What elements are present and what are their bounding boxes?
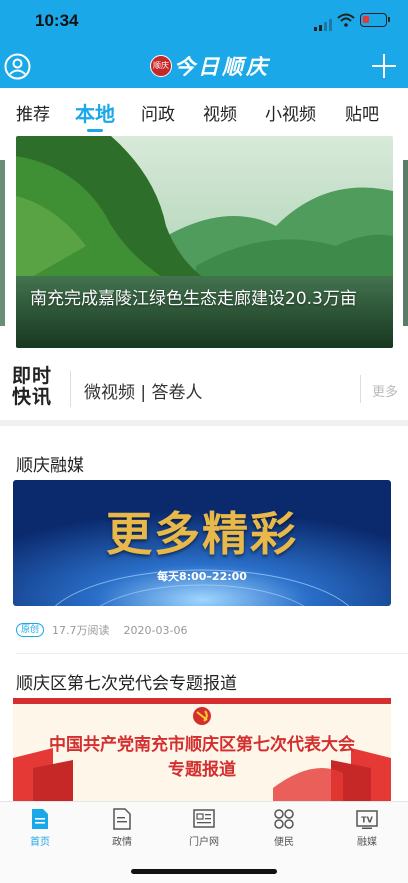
divider — [16, 653, 408, 654]
flash-news-logo: 即时 快讯 — [12, 366, 62, 410]
promo-headline: 更多精彩 — [106, 507, 298, 561]
flash-news-text[interactable]: 微视频 | 答卷人 — [84, 378, 203, 403]
home-indicator[interactable] — [131, 869, 277, 874]
publish-date: 2020-03-06 — [123, 623, 188, 637]
article-meta: 原创 17.7万阅读 2020-03-06 — [16, 622, 187, 638]
read-count: 17.7万阅读 — [52, 624, 110, 637]
svg-text:TV: TV — [361, 816, 373, 825]
policy-doc-icon — [113, 808, 131, 830]
tv-icon: TV — [356, 810, 378, 829]
app-header: 10:34 顺庆 今日顺庆 — [0, 0, 408, 88]
poster-title: 中国共产党南充市顺庆区第七次代表大会 — [49, 735, 355, 755]
portal-icon — [193, 809, 215, 828]
tab-short-video[interactable]: 小视频 — [265, 100, 316, 125]
bottom-tab-services[interactable]: 便民 — [254, 808, 314, 848]
bottom-tab-portal[interactable]: 门户网 — [174, 808, 234, 848]
article-title[interactable]: 顺庆区第七次党代会专题报道 — [16, 669, 237, 694]
bottom-tab-media[interactable]: TV 融媒 — [337, 808, 397, 848]
section-gap — [0, 420, 408, 426]
tab-local[interactable]: 本地 — [75, 98, 115, 127]
carousel-prev-peek[interactable] — [0, 160, 5, 326]
services-grid-icon — [274, 809, 294, 829]
banner-landscape-image — [16, 136, 393, 348]
battery-icon — [360, 13, 390, 27]
promo-hours: 每天8:00–22:00 — [157, 570, 247, 583]
article-image[interactable]: 中国共产党南充市顺庆区第七次代表大会 专题报道 — [13, 698, 391, 801]
bottom-tab-label: 首页 — [30, 837, 50, 848]
original-badge: 原创 — [16, 623, 45, 637]
poster-subtitle: 专题报道 — [168, 760, 236, 780]
nav-bar: 顺庆 今日顺庆 — [0, 44, 408, 88]
bottom-tab-policy[interactable]: 政情 — [92, 808, 152, 848]
flash-logo-line1: 即时 — [12, 365, 53, 387]
article-title[interactable]: 顺庆融媒 — [16, 451, 84, 476]
wifi-icon — [337, 13, 355, 27]
bottom-tab-label: 便民 — [274, 837, 294, 848]
divider — [360, 375, 361, 403]
signal-icon — [314, 19, 332, 31]
tab-inquiry[interactable]: 问政 — [141, 100, 175, 125]
flash-news-bar[interactable]: 即时 快讯 微视频 | 答卷人 更多 — [0, 350, 408, 420]
brand-title: 今日顺庆 — [174, 54, 270, 79]
carousel-next-peek[interactable] — [403, 160, 408, 326]
brand-logo: 顺庆 今日顺庆 — [150, 52, 270, 80]
tab-video[interactable]: 视频 — [203, 100, 237, 125]
article-image[interactable]: 更多精彩 每天8:00–22:00 — [13, 480, 391, 606]
divider — [70, 371, 71, 407]
brand-seal: 顺庆 — [150, 55, 172, 77]
status-time: 10:34 — [35, 11, 79, 30]
bottom-tab-label: 门户网 — [189, 837, 219, 848]
home-doc-icon — [32, 809, 48, 829]
news-carousel-banner[interactable]: 南充完成嘉陵江绿色生态走廊建设20.3万亩 — [16, 136, 393, 348]
banner-caption: 南充完成嘉陵江绿色生态走廊建设20.3万亩 — [30, 289, 357, 309]
flash-more-link[interactable]: 更多 — [372, 381, 398, 400]
bottom-tab-home[interactable]: 首页 — [10, 808, 70, 848]
flash-logo-line2: 快讯 — [12, 386, 53, 408]
tab-forum[interactable]: 贴吧 — [345, 100, 379, 125]
status-bar: 10:34 — [0, 0, 408, 44]
plus-icon[interactable] — [372, 54, 396, 78]
tab-recommend[interactable]: 推荐 — [16, 100, 50, 125]
user-circle-icon[interactable] — [4, 53, 31, 80]
channel-tabs: 推荐 本地 问政 视频 小视频 贴吧 — [0, 88, 408, 134]
bottom-tab-label: 政情 — [112, 837, 132, 848]
bottom-tab-label: 融媒 — [357, 837, 377, 848]
active-tab-indicator — [87, 129, 103, 132]
